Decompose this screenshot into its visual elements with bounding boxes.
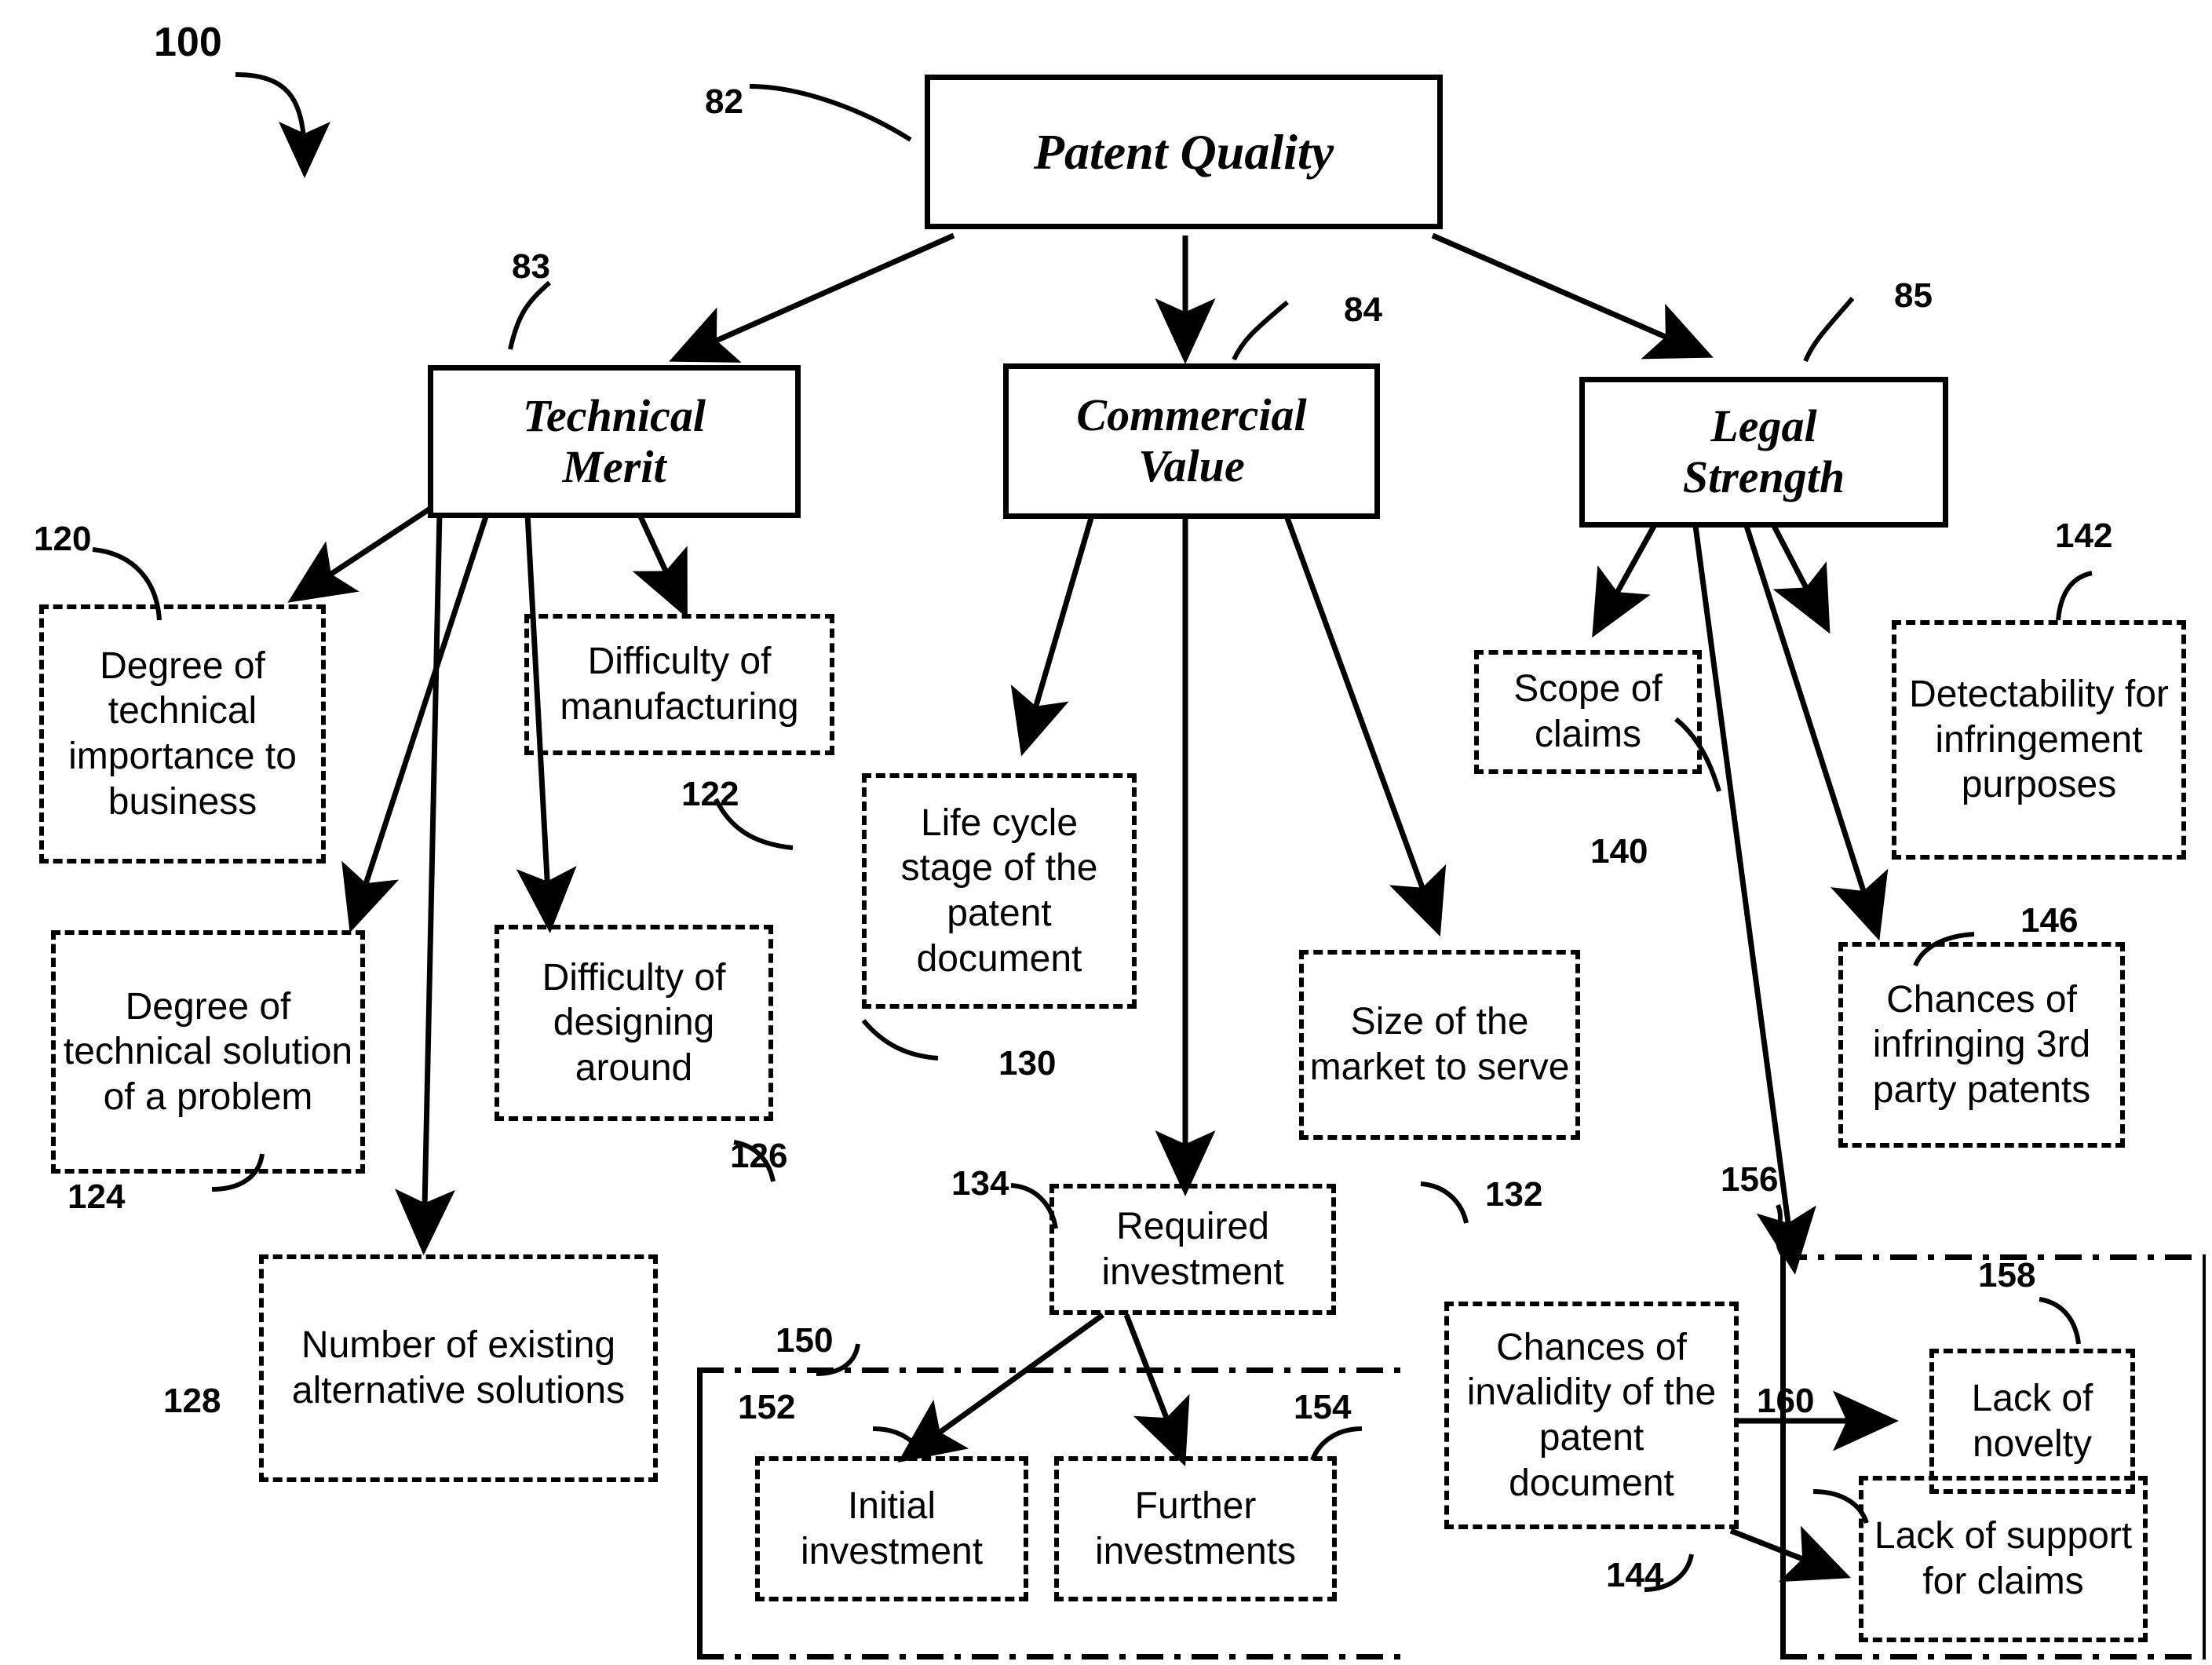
node-difficulty-designing-around[interactable]: Difficulty of designing around — [495, 925, 773, 1121]
ref-number-84: 84 — [1344, 290, 1382, 329]
node-patent-quality-label: Patent Quality — [1033, 123, 1334, 180]
ref-number-126: 126 — [730, 1137, 788, 1175]
node-scope-of-claims[interactable]: Scope of claims — [1474, 650, 1702, 774]
node-difficulty-manufacturing[interactable]: Difficulty of manufacturing — [524, 614, 834, 755]
node-130-label: Life cycle stage of the patent document — [900, 801, 1098, 980]
ref-number-124: 124 — [68, 1178, 126, 1216]
node-134-label: Required investment — [1101, 1205, 1284, 1293]
node-patent-quality[interactable]: Patent Quality — [925, 75, 1443, 229]
ref-number-83: 83 — [512, 247, 550, 286]
node-initial-investment[interactable]: Initial investment — [755, 1456, 1028, 1601]
ref-number-158: 158 — [1978, 1256, 2036, 1294]
ref-number-134: 134 — [951, 1164, 1009, 1203]
ref-number-85: 85 — [1894, 276, 1933, 315]
ref-number-150: 150 — [776, 1321, 834, 1360]
node-120-label: Degree of technical importance to busine… — [68, 644, 297, 823]
ref-number-82: 82 — [705, 82, 743, 121]
node-142-label: Detectability for infringement purposes — [1909, 674, 2169, 806]
node-further-investments[interactable]: Further investments — [1054, 1456, 1337, 1601]
node-122-label: Difficulty of manufacturing — [560, 641, 799, 728]
ref-number-100: 100 — [154, 20, 222, 65]
node-160-label: Lack of support for claims — [1874, 1515, 2133, 1602]
ref-number-142: 142 — [2055, 517, 2113, 555]
node-size-of-market[interactable]: Size of the market to serve — [1299, 950, 1580, 1140]
node-number-alternative-solutions[interactable]: Number of existing alternative solutions — [259, 1254, 658, 1482]
node-legal-strength-label: Legal Strength — [1682, 400, 1845, 502]
node-degree-technical-solution[interactable]: Degree of technical solution of a proble… — [51, 930, 365, 1174]
node-legal-strength[interactable]: Legal Strength — [1579, 377, 1948, 528]
node-152-label: Initial investment — [800, 1484, 984, 1572]
node-chances-invalidity[interactable]: Chances of invalidity of the patent docu… — [1444, 1302, 1739, 1529]
node-commercial-value-label: Commercial Value — [1076, 389, 1307, 491]
node-lack-of-support-for-claims[interactable]: Lack of support for claims — [1859, 1476, 2148, 1642]
ref-number-128: 128 — [163, 1382, 221, 1420]
node-154-label: Further investments — [1094, 1484, 1297, 1572]
ref-number-122: 122 — [681, 775, 739, 813]
node-146-label: Chances of infringing 3rd party patents — [1872, 978, 2091, 1111]
ref-number-156: 156 — [1721, 1160, 1779, 1199]
ref-number-120: 120 — [34, 520, 92, 558]
ref-number-152: 152 — [738, 1388, 796, 1426]
node-detectability-infringement[interactable]: Detectability for infringement purposes — [1892, 620, 2186, 860]
node-144-label: Chances of invalidity of the patent docu… — [1466, 1326, 1717, 1504]
node-degree-technical-importance[interactable]: Degree of technical importance to busine… — [39, 604, 326, 864]
node-132-label: Size of the market to serve — [1309, 1001, 1570, 1088]
node-158-label: Lack of novelty — [1971, 1377, 2093, 1465]
ref-number-146: 146 — [2020, 901, 2079, 940]
ref-number-140: 140 — [1590, 832, 1648, 871]
patent-figure-canvas: Patent Quality Technical Merit Commercia… — [0, 0, 2212, 1665]
node-chances-infringing-3rd-party[interactable]: Chances of infringing 3rd party patents — [1838, 942, 2125, 1148]
ref-number-132: 132 — [1485, 1175, 1543, 1214]
node-life-cycle-stage[interactable]: Life cycle stage of the patent document — [862, 773, 1137, 1009]
node-required-investment[interactable]: Required investment — [1049, 1184, 1336, 1315]
ref-number-130: 130 — [998, 1044, 1057, 1083]
ref-number-144: 144 — [1606, 1556, 1664, 1594]
ref-number-160: 160 — [1757, 1382, 1815, 1420]
node-140-label: Scope of claims — [1513, 668, 1663, 755]
node-technical-merit-label: Technical Merit — [522, 389, 706, 492]
node-128-label: Number of existing alternative solutions — [291, 1324, 626, 1411]
node-124-label: Degree of technical solution of a proble… — [63, 985, 353, 1118]
node-126-label: Difficulty of designing around — [542, 956, 726, 1089]
node-technical-merit[interactable]: Technical Merit — [428, 365, 801, 518]
node-lack-of-novelty[interactable]: Lack of novelty — [1929, 1349, 2135, 1494]
ref-number-154: 154 — [1294, 1388, 1352, 1426]
node-commercial-value[interactable]: Commercial Value — [1003, 363, 1380, 519]
